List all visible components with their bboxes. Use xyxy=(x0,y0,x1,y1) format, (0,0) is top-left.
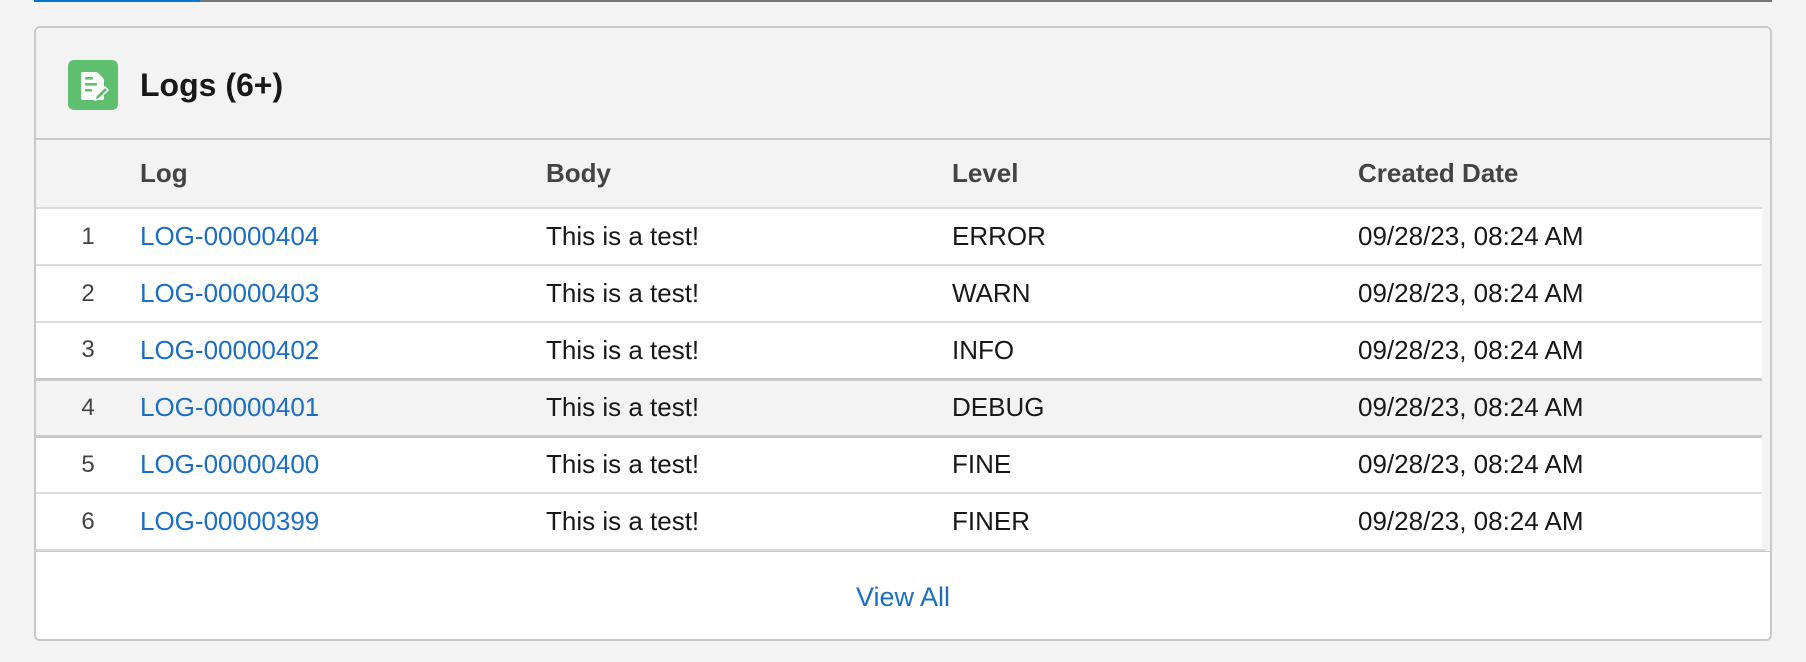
column-header-created-date[interactable]: Created Date xyxy=(1358,140,1766,209)
table-row: 5 LOG-00000400 This is a test! FINE 09/2… xyxy=(36,436,1766,494)
logs-table: Log Body Level Created Date 1 LOG-000004… xyxy=(36,140,1766,551)
body-cell: This is a test! xyxy=(546,377,952,438)
card-footer: View All xyxy=(36,551,1770,639)
body-cell: This is a test! xyxy=(546,208,952,266)
log-record-link[interactable]: LOG-00000399 xyxy=(140,506,319,536)
row-number: 6 xyxy=(36,493,140,551)
table-row-hovered: 4 LOG-00000401 This is a test! DEBUG 09/… xyxy=(36,377,1766,438)
created-date-cell: 09/28/23, 08:24 AM xyxy=(1358,436,1766,494)
row-number: 2 xyxy=(36,265,140,323)
table-row: 1 LOG-00000404 This is a test! ERROR 09/… xyxy=(36,208,1766,266)
body-cell: This is a test! xyxy=(546,493,952,551)
row-number: 3 xyxy=(36,322,140,380)
level-cell: WARN xyxy=(952,265,1358,323)
body-cell: This is a test! xyxy=(546,322,952,380)
log-record-icon xyxy=(68,60,118,110)
card-header: Logs (6+) xyxy=(36,28,1770,140)
level-cell: INFO xyxy=(952,322,1358,380)
view-all-link[interactable]: View All xyxy=(36,582,1770,613)
created-date-cell: 09/28/23, 08:24 AM xyxy=(1358,265,1766,323)
created-date-cell: 09/28/23, 08:24 AM xyxy=(1358,208,1766,266)
log-record-link[interactable]: LOG-00000400 xyxy=(140,449,319,479)
body-cell: This is a test! xyxy=(546,436,952,494)
active-tab-indicator xyxy=(34,0,200,2)
column-header-body[interactable]: Body xyxy=(546,140,952,209)
table-row: 3 LOG-00000402 This is a test! INFO 09/2… xyxy=(36,322,1766,380)
log-record-link[interactable]: LOG-00000403 xyxy=(140,278,319,308)
log-record-link[interactable]: LOG-00000402 xyxy=(140,335,319,365)
card-title[interactable]: Logs (6+) xyxy=(140,66,283,104)
row-number: 4 xyxy=(36,377,140,438)
column-header-row-number xyxy=(36,140,140,209)
created-date-cell: 09/28/23, 08:24 AM xyxy=(1358,377,1766,438)
table-row: 6 LOG-00000399 This is a test! FINER 09/… xyxy=(36,493,1766,551)
related-list-card: Logs (6+) Log Body Level Created Date 1 … xyxy=(34,26,1772,641)
body-cell: This is a test! xyxy=(546,265,952,323)
column-header-level[interactable]: Level xyxy=(952,140,1358,209)
level-cell: FINER xyxy=(952,493,1358,551)
row-number: 1 xyxy=(36,208,140,266)
table-row: 2 LOG-00000403 This is a test! WARN 09/2… xyxy=(36,265,1766,323)
tab-underline xyxy=(34,0,1772,2)
table-scroll-edge xyxy=(1762,140,1770,548)
log-record-link[interactable]: LOG-00000404 xyxy=(140,221,319,251)
log-record-link[interactable]: LOG-00000401 xyxy=(140,392,319,422)
row-number: 5 xyxy=(36,436,140,494)
table-header-row: Log Body Level Created Date xyxy=(36,140,1766,209)
level-cell: ERROR xyxy=(952,208,1358,266)
created-date-cell: 09/28/23, 08:24 AM xyxy=(1358,322,1766,380)
created-date-cell: 09/28/23, 08:24 AM xyxy=(1358,493,1766,551)
column-header-log[interactable]: Log xyxy=(140,140,546,209)
level-cell: FINE xyxy=(952,436,1358,494)
level-cell: DEBUG xyxy=(952,377,1358,438)
